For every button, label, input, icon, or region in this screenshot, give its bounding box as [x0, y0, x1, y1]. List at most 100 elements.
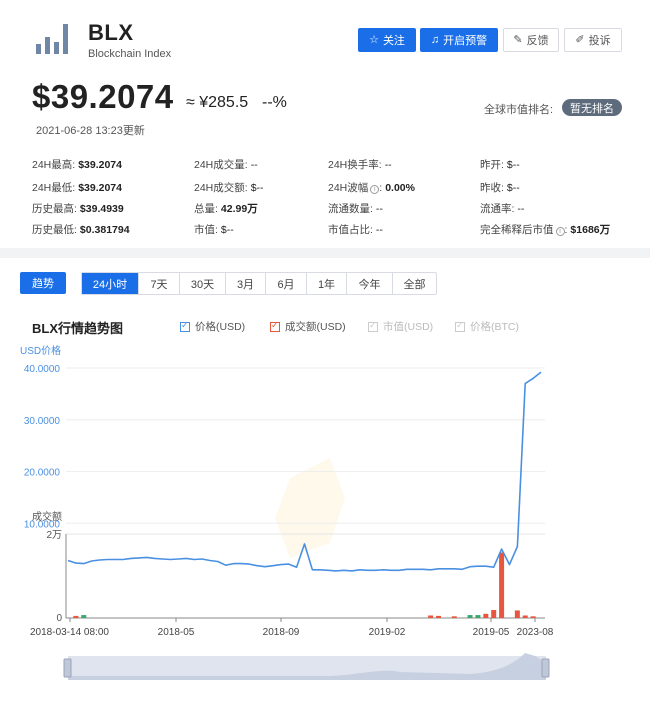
- pen-icon: ✐: [575, 33, 585, 46]
- stat-label: 24H成交额:: [194, 182, 248, 194]
- data-zoom-slider[interactable]: [63, 653, 550, 680]
- stat-circulating: 流通数量: --: [328, 201, 383, 216]
- stat-value: $39.2074: [78, 182, 122, 194]
- complain-button-label: 投诉: [588, 35, 611, 47]
- volume-bar: [530, 616, 536, 618]
- y-tick-label: 20.0000: [24, 468, 61, 479]
- stat-label: 历史最高:: [32, 203, 77, 215]
- coin-symbol: BLX: [88, 20, 134, 45]
- stat-high-24h: 24H最高: $39.2074: [32, 157, 122, 172]
- volume-bar: [475, 615, 481, 618]
- stat-label: 昨开:: [480, 159, 504, 171]
- stat-total-supply: 总量: 42.99万: [194, 201, 258, 216]
- info-icon[interactable]: i: [370, 185, 380, 194]
- volume-bar: [491, 610, 497, 618]
- trend-chart-card: 趋势 24小时 7天 30天 3月 6月 1年 今年 全部 BLX行情趋势图 价…: [0, 258, 650, 725]
- stat-label: 流通率:: [480, 203, 515, 215]
- stat-value: 0.00%: [385, 182, 415, 194]
- stat-fully-diluted-cap: 完全稀释后市值 i: $1686万: [480, 224, 611, 236]
- stat-label: 市值:: [194, 224, 218, 236]
- x-tick-label: 2023-08: [517, 627, 554, 638]
- follow-button[interactable]: ☆ 关注: [358, 28, 416, 52]
- volume-bars: [73, 552, 536, 618]
- stat-label: 总量:: [194, 203, 218, 215]
- stat-label: 24H成交量:: [194, 159, 248, 171]
- feedback-button[interactable]: ✎ 反馈: [503, 28, 559, 52]
- stat-label: 24H最低:: [32, 182, 76, 194]
- coin-overview-card: BLX Blockchain Index ☆ 关注 ♫ 开启预警 ✎ 反馈 ✐ …: [0, 0, 650, 248]
- volume-bar: [483, 613, 489, 618]
- stat-label: 完全稀释后市值: [480, 224, 554, 236]
- follow-button-label: 关注: [382, 35, 405, 47]
- volume-axis-name: 成交额: [32, 510, 62, 523]
- trend-chart[interactable]: USD价格 40.000030.000020.000010.0000 成交额 2…: [0, 258, 650, 725]
- x-tick-label: 2019-05: [473, 627, 510, 638]
- stat-value: 42.99万: [220, 203, 258, 215]
- current-price: $39.2074: [32, 78, 174, 115]
- stat-label: 24H最高:: [32, 159, 76, 171]
- coin-name: Blockchain Index: [88, 48, 172, 60]
- stat-amount-24h: 24H成交额: $--: [194, 180, 264, 195]
- stat-atl: 历史最低: $0.381794: [32, 222, 130, 237]
- stat-low-24h: 24H最低: $39.2074: [32, 180, 122, 195]
- stat-value: --: [250, 159, 258, 171]
- watermark-logo: [275, 458, 345, 558]
- stat-value: --: [375, 224, 383, 236]
- stat-value: $1686万: [570, 224, 611, 236]
- x-tick-label: 2018-09: [263, 627, 300, 638]
- feedback-button-label: 反馈: [526, 35, 549, 47]
- x-tick-label: 2018-05: [158, 627, 195, 638]
- stat-value: $--: [250, 182, 264, 194]
- complain-button[interactable]: ✐ 投诉: [564, 28, 622, 52]
- stat-value: $0.381794: [79, 224, 130, 236]
- stat-value: --: [517, 203, 525, 215]
- stat-value: $--: [220, 224, 234, 236]
- volume-zero-label: 0: [56, 613, 62, 624]
- market-rank-badge: 暂无排名: [562, 99, 622, 116]
- stat-yesterday-close: 昨收: $--: [480, 180, 520, 195]
- update-time: 2021-06-28 13:23更新: [36, 125, 145, 137]
- edit-icon: ✎: [513, 33, 523, 46]
- volume-bar: [522, 615, 528, 618]
- volume-bar: [428, 615, 434, 618]
- volume-bar: [73, 615, 79, 618]
- market-rank-label: 全球市值排名:: [484, 104, 554, 116]
- y-tick-label: 40.0000: [24, 364, 61, 375]
- stat-market-cap: 市值: $--: [194, 222, 234, 237]
- stat-value: $39.4939: [79, 203, 124, 215]
- stat-turnover-24h: 24H换手率: --: [328, 157, 392, 172]
- y-tick-label: 30.0000: [24, 416, 61, 427]
- price-alert-button[interactable]: ♫ 开启预警: [420, 28, 498, 52]
- stat-circulation-rate: 流通率: --: [480, 201, 524, 216]
- stat-ath: 历史最高: $39.4939: [32, 201, 124, 216]
- volume-bar: [451, 616, 457, 618]
- stat-yesterday-open: 昨开: $--: [480, 157, 520, 172]
- stat-value: $--: [506, 182, 520, 194]
- stat-label: 24H换手率:: [328, 159, 382, 171]
- volume-bar: [81, 615, 87, 618]
- stat-value: $39.2074: [78, 159, 122, 171]
- price-y-axis: 40.000030.000020.000010.0000: [24, 364, 61, 530]
- stat-label: 市值占比:: [328, 224, 373, 236]
- stat-market-share: 市值占比: --: [328, 222, 383, 237]
- volume-bar: [499, 552, 505, 618]
- x-axis-ticks: 2018-03-14 08:00 2018-05 2018-09 2019-02 201…: [30, 618, 554, 638]
- zoom-handle-left[interactable]: [63, 658, 72, 678]
- volume-bar: [514, 610, 520, 618]
- x-tick-label: 2018-03-14 08:00: [30, 627, 109, 638]
- coin-logo: [36, 24, 70, 54]
- zoom-handle-right[interactable]: [541, 658, 550, 678]
- stat-label: 24H波幅: [328, 182, 369, 194]
- star-icon: ☆: [369, 33, 379, 46]
- stat-value: --: [375, 203, 383, 215]
- price-cny: ≈ ¥285.5: [186, 94, 249, 111]
- stat-volume-24h: 24H成交量: --: [194, 157, 258, 172]
- price-axis-name: USD价格: [20, 344, 61, 357]
- stat-label: 昨收:: [480, 182, 504, 194]
- stat-value: --: [384, 159, 392, 171]
- price-change: --%: [262, 94, 287, 111]
- info-icon[interactable]: i: [555, 227, 565, 236]
- stat-label: 流通数量:: [328, 203, 373, 215]
- x-tick-label: 2019-02: [369, 627, 406, 638]
- volume-max-label: 2万: [46, 530, 62, 541]
